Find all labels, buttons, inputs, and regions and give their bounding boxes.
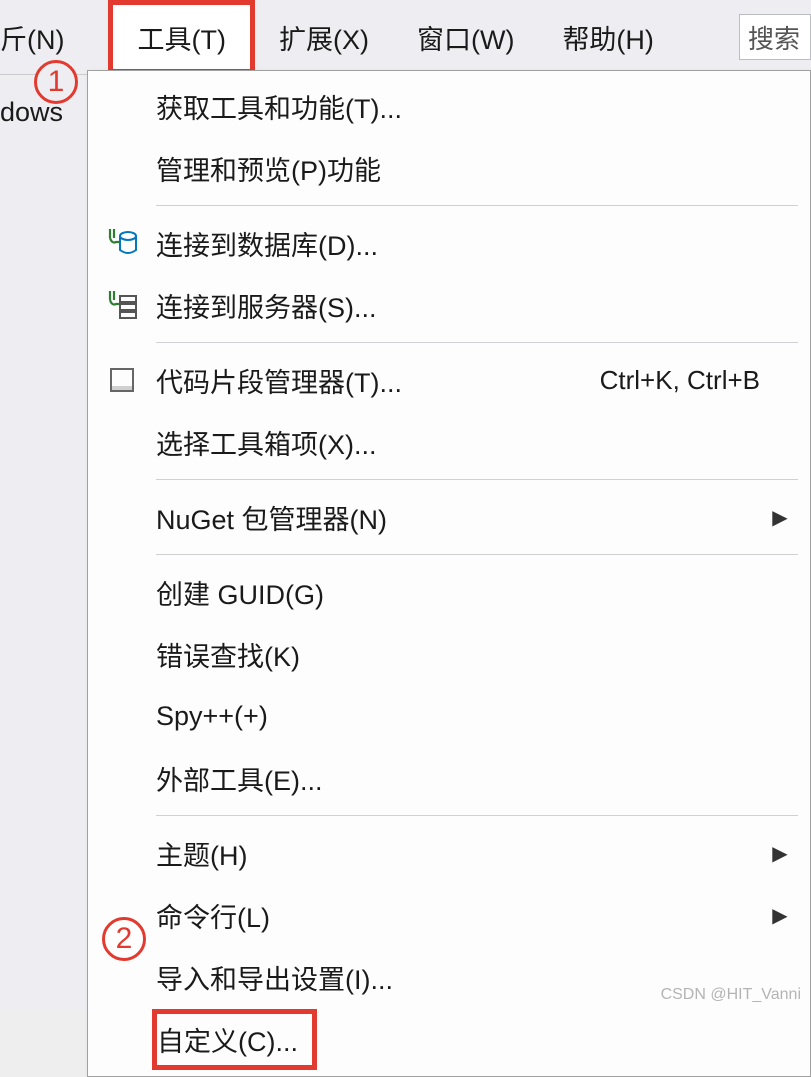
watermark: CSDN @HIT_Vanni xyxy=(661,986,801,1004)
menu-label-partial: 斤(N) xyxy=(0,18,64,57)
menu-item-code-snippets[interactable]: 代码片段管理器(T)... Ctrl+K, Ctrl+B xyxy=(88,349,810,411)
menu-separator xyxy=(156,479,798,480)
submenu-arrow-icon: ▶ xyxy=(770,903,790,928)
database-plug-icon xyxy=(88,228,156,258)
menu-label: Spy++(+) xyxy=(156,701,790,732)
left-panel: dows xyxy=(0,75,87,1010)
menu-label: 命令行(L) xyxy=(156,896,770,935)
menu-label: 自定义(C)... xyxy=(156,1009,790,1070)
menu-item-choose-toolbox[interactable]: 选择工具箱项(X)... xyxy=(88,411,810,473)
submenu-arrow-icon: ▶ xyxy=(770,841,790,866)
menu-label: 外部工具(E)... xyxy=(156,759,790,798)
menu-item-tools[interactable]: 工具(T) xyxy=(108,0,254,74)
menu-separator xyxy=(156,554,798,555)
menu-label-help: 帮助(H) xyxy=(562,18,653,57)
menu-label-window: 窗口(W) xyxy=(417,18,514,57)
menu-separator xyxy=(156,342,798,343)
menu-label: 获取工具和功能(T)... xyxy=(156,87,790,126)
menu-label-tools: 工具(T) xyxy=(137,18,225,57)
annotation-1-label: 1 xyxy=(48,65,65,99)
menu-item-manage-preview[interactable]: 管理和预览(P)功能 xyxy=(88,137,810,199)
menu-item-nuget[interactable]: NuGet 包管理器(N) ▶ xyxy=(88,486,810,548)
menu-label: 选择工具箱项(X)... xyxy=(156,423,790,462)
menu-separator xyxy=(156,815,798,816)
menu-label: 创建 GUID(G) xyxy=(156,573,790,612)
menu-item-external-tools[interactable]: 外部工具(E)... xyxy=(88,747,810,809)
menu-item-window[interactable]: 窗口(W) xyxy=(393,0,538,74)
menu-item-customize[interactable]: 自定义(C)... xyxy=(88,1008,810,1070)
menu-separator xyxy=(156,205,798,206)
menu-label: 主题(H) xyxy=(156,834,770,873)
menu-label-extensions: 扩展(X) xyxy=(279,18,369,57)
customize-text: 自定义(C)... xyxy=(157,1027,298,1057)
menu-label: 连接到数据库(D)... xyxy=(156,224,790,263)
menu-item-spypp[interactable]: Spy++(+) xyxy=(88,685,810,747)
menu-label: 代码片段管理器(T)... xyxy=(156,361,600,400)
menu-label: NuGet 包管理器(N) xyxy=(156,498,770,537)
menu-label: 错误查找(K) xyxy=(156,635,790,674)
annotation-1-circle: 1 xyxy=(34,60,78,104)
menu-item-connect-db[interactable]: 连接到数据库(D)... xyxy=(88,212,810,274)
menu-item-connect-server[interactable]: 连接到服务器(S)... xyxy=(88,274,810,336)
menu-item-help[interactable]: 帮助(H) xyxy=(538,0,677,74)
menu-item-command-line[interactable]: 命令行(L) ▶ xyxy=(88,884,810,946)
code-snippet-icon xyxy=(88,366,156,394)
menu-label: 连接到服务器(S)... xyxy=(156,286,790,325)
search-input[interactable] xyxy=(739,14,811,60)
menu-item-create-guid[interactable]: 创建 GUID(G) xyxy=(88,561,810,623)
menu-item-extensions[interactable]: 扩展(X) xyxy=(255,0,393,74)
server-plug-icon xyxy=(88,290,156,320)
tools-dropdown: 获取工具和功能(T)... 管理和预览(P)功能 连接到数据库(D)... 连接… xyxy=(87,70,811,1077)
menu-item-error-lookup[interactable]: 错误查找(K) xyxy=(88,623,810,685)
submenu-arrow-icon: ▶ xyxy=(770,505,790,530)
menu-item-theme[interactable]: 主题(H) ▶ xyxy=(88,822,810,884)
annotation-2-label: 2 xyxy=(116,922,133,956)
menu-item-get-tools[interactable]: 获取工具和功能(T)... xyxy=(88,75,810,137)
customize-highlight: 自定义(C)... xyxy=(152,1009,317,1070)
annotation-2-circle: 2 xyxy=(102,917,146,961)
menubar: 斤(N) 工具(T) 扩展(X) 窗口(W) 帮助(H) xyxy=(0,0,811,75)
menu-shortcut: Ctrl+K, Ctrl+B xyxy=(600,365,790,396)
menu-label: 管理和预览(P)功能 xyxy=(156,149,790,188)
